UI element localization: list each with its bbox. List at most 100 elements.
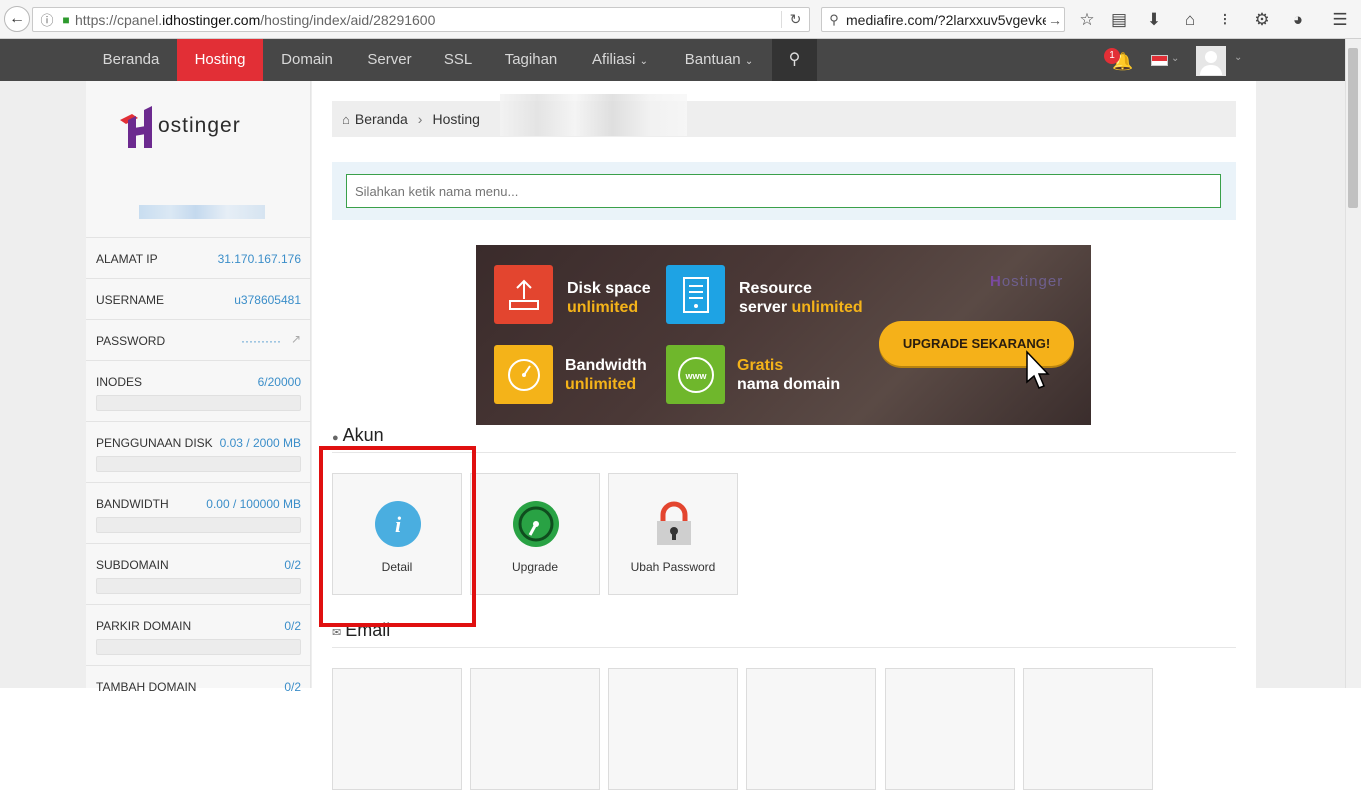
blurred-account-name xyxy=(139,205,265,219)
stat-row-parked-domain: PARKIR DOMAIN 0/2 xyxy=(86,604,311,665)
nav-tagihan[interactable]: Tagihan xyxy=(489,39,573,81)
scrollbar-thumb[interactable] xyxy=(1348,48,1358,208)
nav-ssl[interactable]: SSL xyxy=(429,39,487,81)
stat-row-ip: ALAMAT IP31.170.167.176 xyxy=(86,237,311,278)
stat-label: TAMBAH DOMAIN xyxy=(96,680,196,694)
home-icon: ⌂ xyxy=(342,112,350,127)
external-link-icon[interactable]: ↗ xyxy=(291,332,301,346)
section-akun-title: ●Akun xyxy=(332,425,384,446)
stat-label: USERNAME xyxy=(96,293,164,307)
nav-hosting[interactable]: Hosting xyxy=(177,39,263,81)
browser-search-input[interactable]: ⚲ mediafire.com/?2larxxuv5vgevke → xyxy=(821,7,1065,32)
chevron-down-icon: ⌄ xyxy=(640,56,648,67)
back-icon[interactable]: ← xyxy=(4,6,30,32)
usage-bar xyxy=(96,578,301,594)
card-email-2[interactable] xyxy=(470,668,600,790)
padlock-icon xyxy=(651,501,697,547)
card-email-1[interactable] xyxy=(332,668,462,790)
menu-icon[interactable]: ☰ xyxy=(1329,9,1351,31)
stat-row-inodes: INODES 6/20000 xyxy=(86,360,311,421)
upload-icon xyxy=(494,265,553,324)
card-email-6[interactable] xyxy=(1023,668,1153,790)
breadcrumb-current: Hosting xyxy=(432,111,479,127)
resource-caption-2a: server xyxy=(739,299,792,316)
nav-beranda[interactable]: Beranda xyxy=(86,39,176,81)
envelope-icon: ✉ xyxy=(332,627,341,639)
blurred-domain xyxy=(500,94,687,136)
globe-icon: www xyxy=(666,345,725,404)
cursor-icon xyxy=(1024,350,1050,390)
gauge-icon xyxy=(494,345,553,404)
nav-server[interactable]: Server xyxy=(352,39,427,81)
search-query[interactable]: mediafire.com/?2larxxuv5vgevke xyxy=(846,12,1046,28)
stat-label: INODES xyxy=(96,375,142,389)
stat-label: ALAMAT IP xyxy=(96,252,158,266)
resource-caption-2b: unlimited xyxy=(792,299,863,316)
lock-icon: ■ xyxy=(57,13,75,27)
domain-caption-1: Gratis xyxy=(737,357,783,374)
reading-list-icon[interactable]: ▤ xyxy=(1108,9,1130,31)
breadcrumb-home[interactable]: Beranda xyxy=(355,111,408,127)
nav-domain[interactable]: Domain xyxy=(265,39,349,81)
banner-logo: Hostinger xyxy=(990,273,1063,290)
extension-icon[interactable]: ⁝ xyxy=(1214,9,1236,31)
notification-badge: 1 xyxy=(1104,48,1120,64)
chevron-down-icon: ⌄ xyxy=(745,56,753,67)
nav-bantuan[interactable]: Bantuan ⌄ xyxy=(671,39,767,81)
stat-label: PASSWORD xyxy=(96,334,165,348)
stat-value: 0/2 xyxy=(284,680,301,694)
stat-row-disk: PENGGUNAAN DISK 0.03 / 2000 MB xyxy=(86,421,311,482)
gear-icon[interactable]: ⚙ xyxy=(1251,9,1273,31)
usage-bar xyxy=(96,395,301,411)
flag-icon[interactable] xyxy=(1151,55,1168,66)
stat-row-addon-domain: TAMBAH DOMAIN 0/2 xyxy=(86,665,311,706)
star-icon[interactable]: ☆ xyxy=(1076,9,1098,31)
avatar[interactable] xyxy=(1196,46,1226,76)
url-bar[interactable]: ⓘ ■ https://cpanel.idhostinger.com/hosti… xyxy=(32,7,810,32)
arrow-right-icon[interactable]: → xyxy=(1046,12,1064,28)
section-akun-label: Akun xyxy=(343,425,384,445)
search-icon: ⚲ xyxy=(822,12,846,28)
nav-afiliasi[interactable]: Afiliasi ⌄ xyxy=(578,39,662,81)
stat-value: ·········· xyxy=(241,334,281,348)
stat-value: 0/2 xyxy=(284,558,301,572)
reload-icon[interactable]: ↻ xyxy=(781,11,809,28)
url-text[interactable]: https://cpanel.idhostinger.com/hosting/i… xyxy=(75,12,781,28)
bandwidth-caption-2: unlimited xyxy=(565,376,636,393)
stat-value: 0/2 xyxy=(284,619,301,633)
card-email-4[interactable] xyxy=(746,668,876,790)
main-navigation: Beranda Hosting Domain Server SSL Tagiha… xyxy=(0,39,1345,81)
nav-afiliasi-label: Afiliasi xyxy=(592,51,635,68)
stat-value: 0.03 / 2000 MB xyxy=(220,436,301,450)
www-label: www xyxy=(684,371,707,381)
card-email-5[interactable] xyxy=(885,668,1015,790)
stat-value: 6/20000 xyxy=(258,375,301,389)
chevron-down-icon[interactable]: ⌄ xyxy=(1171,53,1179,64)
url-domain: idhostinger.com xyxy=(162,12,260,28)
search-icon: ⚲ xyxy=(789,51,801,68)
stat-row-username: USERNAMEu378605481 xyxy=(86,278,311,319)
url-path: /hosting/index/aid/28291600 xyxy=(260,12,435,28)
addon-icon[interactable]: ◕ xyxy=(1287,9,1309,31)
usage-bar xyxy=(96,456,301,472)
nav-search-button[interactable]: ⚲ xyxy=(772,39,817,81)
stat-label: PENGGUNAAN DISK xyxy=(96,436,213,450)
highlight-box xyxy=(319,446,476,627)
info-icon[interactable]: ⓘ xyxy=(37,10,57,29)
usage-bar xyxy=(96,639,301,655)
chevron-down-icon[interactable]: ⌄ xyxy=(1234,52,1242,63)
card-change-password[interactable]: Ubah Password xyxy=(608,473,738,595)
card-change-password-label: Ubah Password xyxy=(609,560,737,574)
card-upgrade[interactable]: Upgrade xyxy=(470,473,600,595)
card-email-3[interactable] xyxy=(608,668,738,790)
home-icon[interactable]: ⌂ xyxy=(1179,9,1201,31)
divider xyxy=(332,647,1236,648)
stat-value: 0.00 / 100000 MB xyxy=(206,497,301,511)
nav-bantuan-label: Bantuan xyxy=(685,51,741,68)
menu-search-input[interactable] xyxy=(346,174,1221,208)
download-icon[interactable]: ⬇ xyxy=(1143,9,1165,31)
stat-label: PARKIR DOMAIN xyxy=(96,619,191,633)
stat-label: SUBDOMAIN xyxy=(96,558,169,572)
bandwidth-caption-1: Bandwidth xyxy=(565,357,647,374)
stat-row-password: PASSWORD ·········· ↗ xyxy=(86,319,311,360)
